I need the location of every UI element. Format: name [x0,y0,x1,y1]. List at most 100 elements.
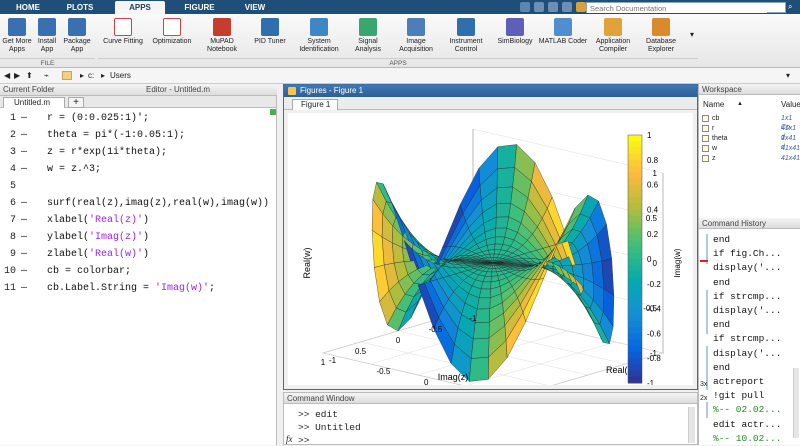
workspace-row[interactable]: cb1x1 Co [701,114,799,123]
breakpoint-marker[interactable]: — [21,232,27,243]
pid-tuner-button[interactable]: PID Tuner [250,16,290,46]
code-area[interactable]: 1—r = (0:0.025:1)';2—theta = pi*(-1:0.05… [0,109,270,439]
workspace-title[interactable]: Workspace [699,84,800,95]
copy-icon[interactable] [548,2,558,12]
path-drive[interactable]: c: [88,71,94,80]
search-icon[interactable]: ⌕ [788,2,797,12]
workspace-row[interactable]: z41x41 [701,154,799,163]
matlab-coder-button[interactable]: MATLAB Coder [538,16,588,46]
surface-plot[interactable]: 10.50-0.5-110.50-0.5-1-1-0.500.51Imag(z)… [288,113,693,385]
cut-icon[interactable] [534,2,544,12]
figure-window-title[interactable]: Figures - Figure 1 [284,85,697,97]
history-entry[interactable]: display('... [713,348,781,359]
tab-untitled-m[interactable]: Untitled.m [3,97,65,108]
path-dropdown-icon[interactable]: ▾ [786,71,790,80]
plot-area[interactable]: 10.50-0.5-110.50-0.5-1-1-0.500.51Imag(z)… [288,113,693,385]
history-entry[interactable]: if strcmp... [713,291,781,302]
code-line[interactable]: w = z.^3; [47,164,101,175]
tab-figure-1[interactable]: Figure 1 [292,99,338,110]
code-line[interactable]: r = (0:0.025:1)'; [47,113,149,124]
tab-plots[interactable]: PLOTS [55,1,105,14]
breakpoint-marker[interactable]: — [21,164,27,175]
code-line[interactable]: theta = pi*(-1:0.05:1); [47,130,185,141]
command-prompt[interactable]: >> [298,435,309,446]
history-entry[interactable]: %-- 02.02... [713,404,781,415]
history-entry[interactable]: if fig.Ch... [713,248,781,259]
breakpoint-marker[interactable]: — [21,130,27,141]
code-line[interactable]: cb = colorbar; [47,266,131,277]
line-number: 1 [4,113,16,124]
forward-icon[interactable]: ▶ [14,71,20,80]
colorbar-tick-label: -0.4 [647,305,661,314]
system-identification-button[interactable]: System Identification [294,16,344,54]
function-browser-icon[interactable]: fx [286,434,293,444]
tab-apps[interactable]: APPS [115,1,165,14]
history-entry[interactable]: display('... [713,262,781,273]
breakpoint-marker[interactable]: — [21,147,27,158]
path-folder[interactable]: Users [110,71,131,80]
history-entry[interactable]: end [713,362,730,373]
search-input[interactable] [587,4,767,13]
workspace-row[interactable]: r41x1 d [701,124,799,133]
simbiology-button[interactable]: SimBiology [492,16,538,46]
code-line[interactable]: surf(real(z),imag(z),real(w),imag(w)) [47,198,269,209]
breakpoint-marker[interactable]: — [21,283,27,294]
command-window[interactable]: Command Window >> edit >> Untitled >> fx [283,392,698,445]
signal-analysis-button[interactable]: Signal Analysis [346,16,390,54]
paste-icon[interactable] [562,2,572,12]
back-icon[interactable]: ◀ [4,71,10,80]
database-explorer-button[interactable]: Database Explorer [638,16,684,54]
new-tab-button[interactable]: + [68,97,84,108]
code-line[interactable]: xlabel('Real(z)') [47,215,149,226]
get-more-apps-button[interactable]: Get More Apps [2,16,32,54]
breakpoint-marker[interactable]: — [21,249,27,260]
workspace-row[interactable]: w41x41 [701,144,799,153]
tab-view[interactable]: VIEW [230,1,280,14]
breakpoint-marker[interactable]: — [21,215,27,226]
command-window-title[interactable]: Command Window [284,393,697,404]
curve-fitting-button[interactable]: Curve Fitting [100,16,146,46]
save-icon[interactable] [520,2,530,12]
undo-icon[interactable] [576,2,586,12]
application-compiler-button[interactable]: Application Compiler [590,16,636,54]
mupad-notebook-button[interactable]: MuPAD Notebook [198,16,246,54]
command-history-title[interactable]: Command History [699,218,800,229]
code-line[interactable]: zlabel('Real(w)') [47,249,149,260]
tab-home[interactable]: HOME [8,1,48,14]
ribbon-expand-icon[interactable]: ▾ [690,30,699,44]
up-folder-icon[interactable]: ⬆ [26,71,33,80]
instrument-control-button[interactable]: Instrument Control [444,16,488,54]
code-line[interactable]: cb.Label.String = 'Imag(w)'; [47,283,215,294]
breakpoint-marker[interactable]: — [21,113,27,124]
history-entry[interactable]: edit actr... [713,419,781,430]
surface-patch [496,217,509,228]
history-entry[interactable]: end [713,277,730,288]
history-entry[interactable]: end [713,234,730,245]
history-entry[interactable]: actreport [713,376,764,387]
breakpoint-marker[interactable]: — [21,198,27,209]
history-entry[interactable]: if strcmp... [713,333,781,344]
code-line[interactable]: ylabel('Imag(z)') [47,232,149,243]
sort-up-icon[interactable]: ▲ [737,101,743,107]
tab-figure[interactable]: FIGURE [172,1,227,14]
history-entry[interactable]: !git pull [713,390,764,401]
x-tick-label: -1 [469,314,477,323]
optimization-button[interactable]: Optimization [149,16,195,46]
install-app-button[interactable]: Install App [32,16,62,54]
history-entry[interactable]: display('... [713,305,781,316]
history-entry[interactable]: end [713,319,730,330]
current-folder-title[interactable]: Current Folder [0,84,143,96]
editor-title[interactable]: Editor - Untitled.m [143,84,277,96]
workspace-row[interactable]: theta1x41 d [701,134,799,143]
code-line[interactable]: z = r*exp(1i*theta); [47,147,167,158]
code-analyzer-indicator[interactable] [270,109,276,115]
browse-icon[interactable]: ⌁ [44,71,49,80]
history-entry[interactable]: %-- 10.02... [713,433,781,444]
workspace-col-value[interactable]: Value [781,100,800,109]
package-app-button[interactable]: Package App [62,16,92,54]
history-scrollbar[interactable] [793,368,799,438]
image-acquisition-button[interactable]: Image Acquisition [394,16,438,54]
command-window-scrollbar[interactable] [688,407,695,443]
workspace-col-name[interactable]: Name [703,100,724,109]
breakpoint-marker[interactable]: — [21,266,27,277]
